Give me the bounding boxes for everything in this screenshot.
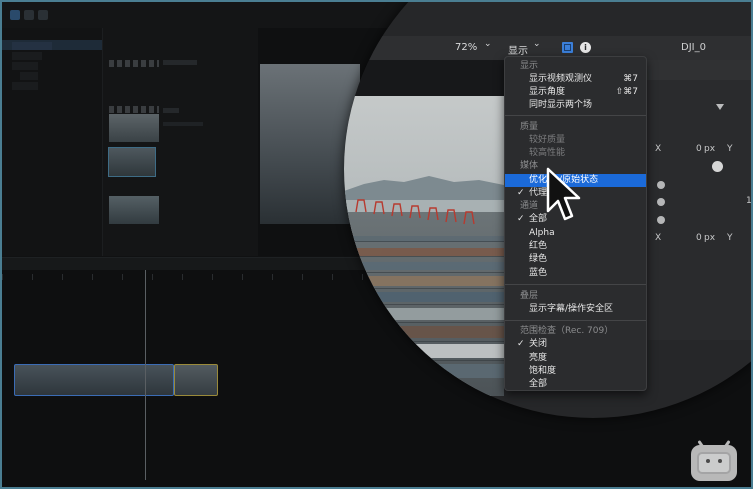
y-label: Y (727, 144, 733, 154)
x-value-2[interactable]: 0 (696, 233, 702, 243)
menu-item-show-scopes[interactable]: 显示视频观测仪 ⌘7 (505, 73, 646, 86)
menu-section-channels: 通道 (520, 201, 539, 211)
menu-item-show-title-safe[interactable]: 显示字幕/操作安全区 (505, 303, 646, 316)
clip-thumbnail[interactable] (109, 114, 159, 142)
menu-section-range-check: 范围检查（Rec. 709） (520, 326, 614, 336)
checkmark-icon: ✓ (517, 339, 525, 349)
one-value: 1 (746, 196, 752, 206)
x-label: X (655, 144, 662, 154)
inspector-panel: X 0 px Y 1 X 0 px Y (642, 60, 752, 340)
angle-dial-icon[interactable] (712, 161, 723, 172)
zoom-level[interactable]: 72% (455, 42, 477, 53)
view-menu-button[interactable]: 显示 (508, 42, 528, 57)
slider-knob[interactable] (657, 198, 665, 206)
port-aerial-image (344, 96, 504, 396)
checkmark-icon: ✓ (517, 214, 525, 224)
menu-section-view: 显示 (520, 61, 539, 71)
x-label-2: X (655, 233, 662, 243)
menu-item-better-performance[interactable]: 较高性能 (505, 147, 646, 160)
checkmark-icon: ✓ (517, 188, 525, 198)
menu-item-better-quality[interactable]: 较好质量 (505, 134, 646, 147)
port-video-frame (344, 96, 504, 396)
y-label-2: Y (727, 233, 733, 243)
dropdown-triangle-icon[interactable] (716, 104, 724, 110)
library-item[interactable] (12, 82, 38, 90)
menu-item-saturation[interactable]: 饱和度 (505, 365, 646, 378)
playhead[interactable] (145, 270, 146, 480)
bilibili-logo-icon (691, 440, 737, 481)
event-browser (102, 28, 258, 256)
background-tasks-icon[interactable] (38, 10, 48, 20)
library-item[interactable] (12, 62, 38, 70)
menu-section-overlays: 叠层 (520, 291, 539, 301)
app-window: 72% ⌄ 显示 ⌄ i DJI_0 X 0 px Y 1 X 0 px Y 显… (0, 0, 753, 489)
menu-separator (505, 115, 646, 116)
clip-info-line (163, 122, 203, 126)
menu-item-all-range[interactable]: 全部 (505, 378, 646, 391)
menu-item-green[interactable]: 绿色 (505, 253, 646, 266)
filmstrip-icon (109, 106, 159, 113)
slider-knob[interactable] (657, 181, 665, 189)
cursor-arrow-icon (546, 167, 581, 221)
menu-section-quality: 质量 (520, 122, 539, 132)
timeline-clip[interactable] (174, 364, 218, 396)
magnifier-lens: 72% ⌄ 显示 ⌄ i DJI_0 X 0 px Y 1 X 0 px Y 显… (344, 2, 752, 418)
filmstrip-icon (109, 60, 159, 67)
view-chevron-icon[interactable]: ⌄ (533, 39, 541, 49)
library-item[interactable] (20, 72, 38, 80)
menu-section-media: 媒体 (520, 161, 539, 171)
clip-info-line (163, 60, 197, 65)
info-icon[interactable]: i (580, 42, 591, 53)
menu-separator (505, 320, 646, 321)
menu-item-luma[interactable]: 亮度 (505, 352, 646, 365)
menu-item-show-angles[interactable]: 显示角度 ⇧⌘7 (505, 86, 646, 99)
menu-item-blue[interactable]: 蓝色 (505, 267, 646, 280)
x-value[interactable]: 0 (696, 144, 702, 154)
x-unit-2: px (704, 233, 716, 243)
import-icon[interactable] (10, 10, 20, 20)
library-item[interactable] (12, 52, 42, 60)
slider-knob[interactable] (657, 216, 665, 224)
x-unit: px (704, 144, 716, 154)
library-item[interactable] (12, 42, 52, 50)
menu-item-alpha[interactable]: Alpha (505, 227, 646, 240)
clip-thumbnail[interactable] (108, 147, 156, 177)
view-grid-icon[interactable] (562, 42, 573, 53)
clip-name: DJI_0 (681, 42, 706, 53)
menu-separator (505, 284, 646, 285)
inspector-header (642, 60, 751, 80)
menu-item-off[interactable]: ✓ 关闭 (505, 338, 646, 351)
keyword-icon[interactable] (24, 10, 34, 20)
timeline-clip[interactable] (14, 364, 174, 396)
library-sidebar (2, 28, 102, 256)
menu-item-show-both-fields[interactable]: 同时显示两个场 (505, 99, 646, 112)
menu-item-red[interactable]: 红色 (505, 240, 646, 253)
clip-info-line (163, 108, 179, 113)
zoom-chevron-icon[interactable]: ⌄ (484, 39, 492, 49)
clip-thumbnail[interactable] (109, 196, 159, 224)
